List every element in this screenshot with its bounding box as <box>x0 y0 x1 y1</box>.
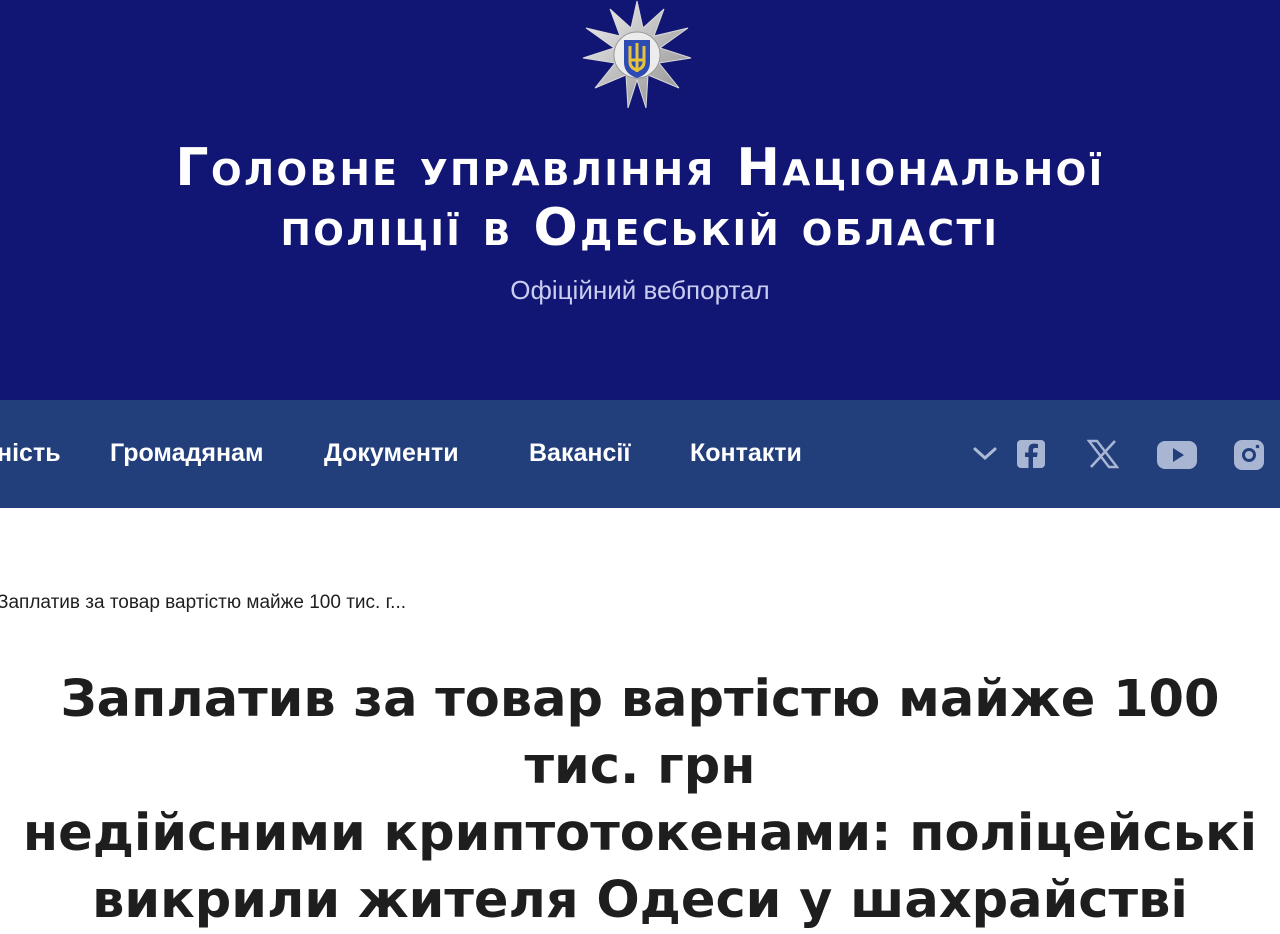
nav-item-contacts[interactable]: Контакти <box>690 436 802 470</box>
site-header: Головне управління Національної поліції … <box>0 0 1280 400</box>
nav-item-activity[interactable]: ність <box>0 436 61 470</box>
site-title-line-1: Головне управління Національної <box>175 138 1105 198</box>
breadcrumb-current: Заплатив за товар вартістю майже 100 тис… <box>0 592 407 613</box>
facebook-icon[interactable] <box>1016 434 1046 474</box>
article-title-line-3: викрили жителя Одеси у шахрайстві <box>92 871 1188 930</box>
article-title-line-1: Заплатив за товар вартістю майже 100 тис… <box>60 670 1220 796</box>
nav-item-vacancies[interactable]: Вакансії <box>529 436 630 470</box>
chevron-down-icon[interactable] <box>972 443 998 463</box>
nav-item-documents[interactable]: Документи <box>324 436 459 470</box>
police-star-emblem-icon[interactable] <box>582 0 692 110</box>
nav-item-citizens[interactable]: Громадянам <box>110 436 263 470</box>
article-title-line-2: недійсними криптотокенами: поліцейські <box>22 804 1258 863</box>
site-title[interactable]: Головне управління Національної поліції … <box>0 138 1280 258</box>
instagram-icon[interactable] <box>1233 434 1265 474</box>
x-icon[interactable] <box>1087 434 1119 474</box>
site-subtitle: Офіційний вебпортал <box>510 275 770 305</box>
site-title-line-2: поліції в Одеській області <box>280 198 1000 258</box>
youtube-icon[interactable] <box>1156 434 1198 474</box>
article-title: Заплатив за товар вартістю майже 100 тис… <box>0 666 1280 934</box>
breadcrumb: Заплатив за товар вартістю майже 100 тис… <box>0 590 406 616</box>
